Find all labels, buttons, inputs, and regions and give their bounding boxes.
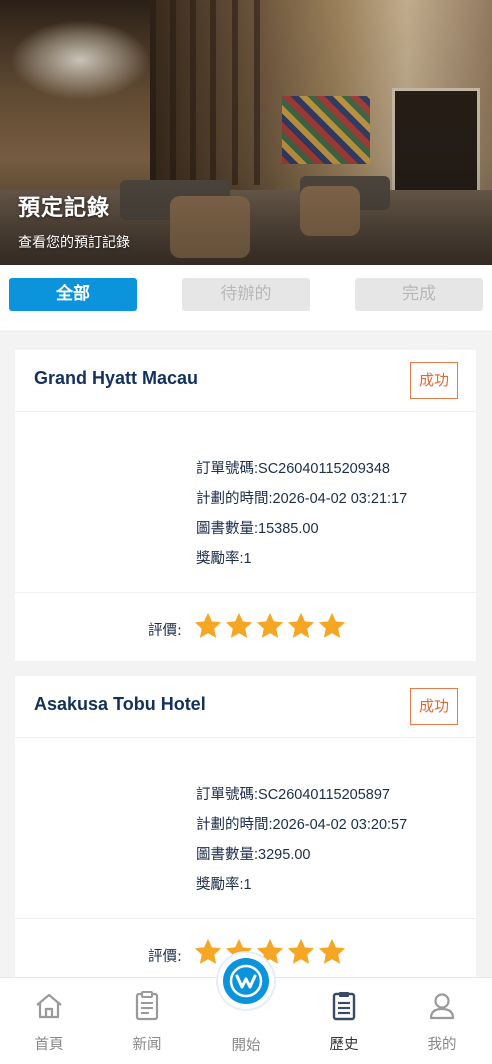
order-card[interactable]: Grand Hyatt Macau 成功 訂單號碼:SC260401152093… [15,350,476,661]
nav-home-label: 首頁 [34,1037,64,1053]
order-card-header: Grand Hyatt Macau 成功 [15,350,476,412]
tab-all[interactable]: 全部 [9,278,137,311]
order-card-header: Asakusa Tobu Hotel 成功 [15,676,476,738]
star-icon [287,938,315,964]
news-icon [135,991,159,1021]
nav-mine-label: 我的 [427,1037,457,1053]
order-details: 訂單號碼:SC26040115209348 計劃的時間:2026-04-02 0… [15,412,476,593]
schedule-time-row: 計劃的時間:2026-04-02 03:20:57 [196,813,407,834]
nav-mine[interactable]: 我的 [402,978,482,1064]
amount-value: 15385.00 [258,521,319,537]
hero-shade [0,0,492,265]
star-icon [256,612,284,638]
home-icon [36,993,62,1019]
history-icon [332,992,356,1021]
hotel-name: Grand Hyatt Macau [34,368,199,388]
amount-row: 圖書數量:3295.00 [196,843,310,864]
star-icon [225,612,253,638]
nav-home[interactable]: 首頁 [9,978,89,1064]
status-badge: 成功 [410,362,458,399]
reward-label: 獎勵率: [196,877,244,893]
schedule-time-row: 計劃的時間:2026-04-02 03:21:17 [196,487,407,508]
hero-banner: 預定記錄 查看您的預訂記錄 [0,0,492,265]
star-icon [287,612,315,638]
rating-stars [193,937,347,967]
tab-completed[interactable]: 完成 [355,278,483,311]
rating-section: 評價: [15,593,476,661]
order-number-row: 訂單號碼:SC26040115209348 [196,457,390,478]
order-number-row: 訂單號碼:SC26040115205897 [196,783,390,804]
nav-news[interactable]: 新闻 [107,978,187,1064]
star-icon [194,612,222,638]
amount-label: 圖書數量: [196,521,259,537]
brand-logo-icon [229,964,263,998]
rating-stars [193,611,347,641]
rating-label: 評價: [148,623,182,639]
nav-history-label: 歷史 [329,1037,359,1053]
star-icon [318,612,346,638]
schedule-time-value: 2026-04-02 03:20:57 [272,817,408,833]
order-number-label: 訂單號碼: [196,787,259,803]
nav-history[interactable]: 歷史 [304,978,384,1064]
rating-label: 評價: [148,949,182,965]
order-card[interactable]: Asakusa Tobu Hotel 成功 訂單號碼:SC26040115205… [15,676,476,987]
start-button-circle [223,958,269,1004]
tab-pending[interactable]: 待辦的 [182,278,310,311]
reward-row: 獎勵率:1 [196,547,252,568]
page-subtitle: 查看您的預訂記錄 [18,235,130,251]
status-badge: 成功 [410,688,458,725]
nav-start-label: 開始 [231,1038,261,1054]
order-details: 訂單號碼:SC26040115205897 計劃的時間:2026-04-02 0… [15,738,476,919]
star-icon [318,938,346,964]
amount-row: 圖書數量:15385.00 [196,517,319,538]
reward-value: 1 [243,877,252,893]
hotel-name: Asakusa Tobu Hotel [34,694,206,714]
order-number-value: SC26040115205897 [258,787,390,803]
start-button[interactable] [218,953,274,1009]
order-number-value: SC26040115209348 [258,461,390,477]
schedule-time-label: 計劃的時間: [196,817,273,833]
amount-label: 圖書數量: [196,847,259,863]
star-icon [194,938,222,964]
schedule-time-value: 2026-04-02 03:21:17 [272,491,408,507]
reward-row: 獎勵率:1 [196,873,252,894]
filter-tabs: 全部 待辦的 完成 [0,265,492,330]
user-icon [429,993,455,1020]
schedule-time-label: 計劃的時間: [196,491,273,507]
order-number-label: 訂單號碼: [196,461,259,477]
nav-news-label: 新闻 [132,1037,162,1053]
reward-label: 獎勵率: [196,551,244,567]
amount-value: 3295.00 [258,847,311,863]
reward-value: 1 [243,551,252,567]
page-title: 預定記錄 [18,196,111,221]
